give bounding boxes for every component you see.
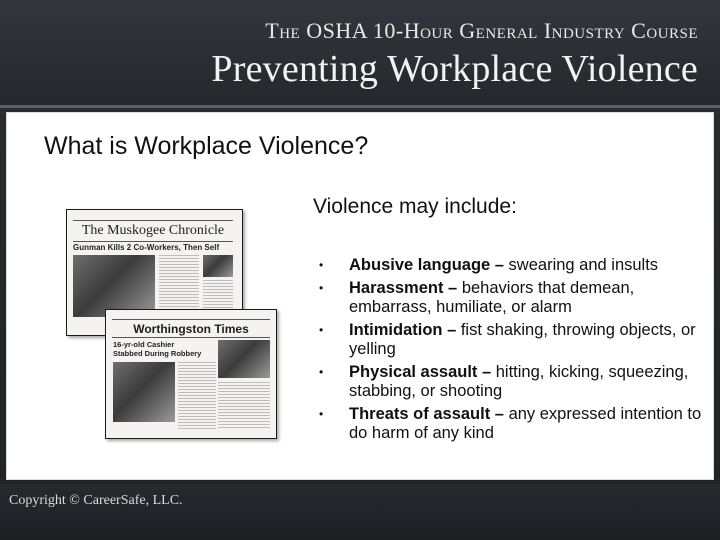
newspaper-image-times: Worthingston Times 16-yr-old Cashier Sta… (105, 309, 277, 439)
newspaper-headline: Gunman Kills 2 Co-Workers, Then Self (73, 243, 220, 252)
bullet-item: • Harassment – behaviors that demean, emb… (316, 279, 706, 318)
bullet-icon: • (319, 406, 324, 421)
bullet-item: • Threats of assault – any expressed inte… (316, 405, 706, 444)
bullet-icon: • (319, 364, 324, 379)
bullet-desc: swearing and insults (503, 256, 659, 274)
divider (112, 337, 270, 338)
bullet-term: Physical assault – (349, 362, 492, 381)
bullet-item: • Physical assault – hitting, kicking, sq… (316, 363, 706, 402)
news-photo (203, 255, 233, 277)
bullet-icon: • (319, 258, 324, 272)
divider (73, 220, 233, 221)
news-text-column (218, 382, 270, 430)
divider (73, 241, 233, 242)
bullet-icon: • (319, 280, 324, 295)
bullet-term: Threats of assault – (349, 404, 504, 423)
divider (112, 319, 270, 320)
content-panel: What is Workplace Violence? Violence may… (6, 112, 714, 480)
slide-title: What is Workplace Violence? (44, 132, 369, 160)
main-title: Preventing Workplace Violence (211, 48, 698, 90)
header-divider (0, 105, 720, 108)
slide: The OSHA 10-Hour General Industry Course… (0, 0, 720, 540)
bullet-item: • Abusive language – swearing and insults (316, 256, 706, 276)
news-photo (218, 340, 270, 378)
bullet-term: Harassment – (349, 278, 458, 297)
slide-subhead: Violence may include: (313, 195, 517, 218)
course-title: The OSHA 10-Hour General Industry Course (265, 18, 698, 43)
copyright-text: Copyright © CareerSafe, LLC. (9, 493, 183, 508)
newspaper-masthead: Worthingston Times (133, 322, 249, 336)
news-photo (73, 255, 155, 317)
news-photo (113, 362, 175, 422)
newspaper-masthead: The Muskogee Chronicle (81, 223, 225, 238)
bullet-item: • Intimidation – fist shaking, throwing o… (316, 321, 706, 360)
bullet-term: Intimidation – (349, 320, 457, 339)
newspaper-headline: 16-yr-old Cashier Stabbed During Robbery (113, 340, 202, 358)
bullet-term: Abusive language – (349, 256, 504, 274)
bullet-icon: • (319, 322, 324, 337)
bullet-list: • Abusive language – swearing and insults… (316, 256, 706, 447)
footer-bar: Copyright © CareerSafe, LLC. (0, 484, 720, 540)
news-text-column (178, 362, 216, 430)
header-banner: The OSHA 10-Hour General Industry Course… (0, 0, 720, 108)
